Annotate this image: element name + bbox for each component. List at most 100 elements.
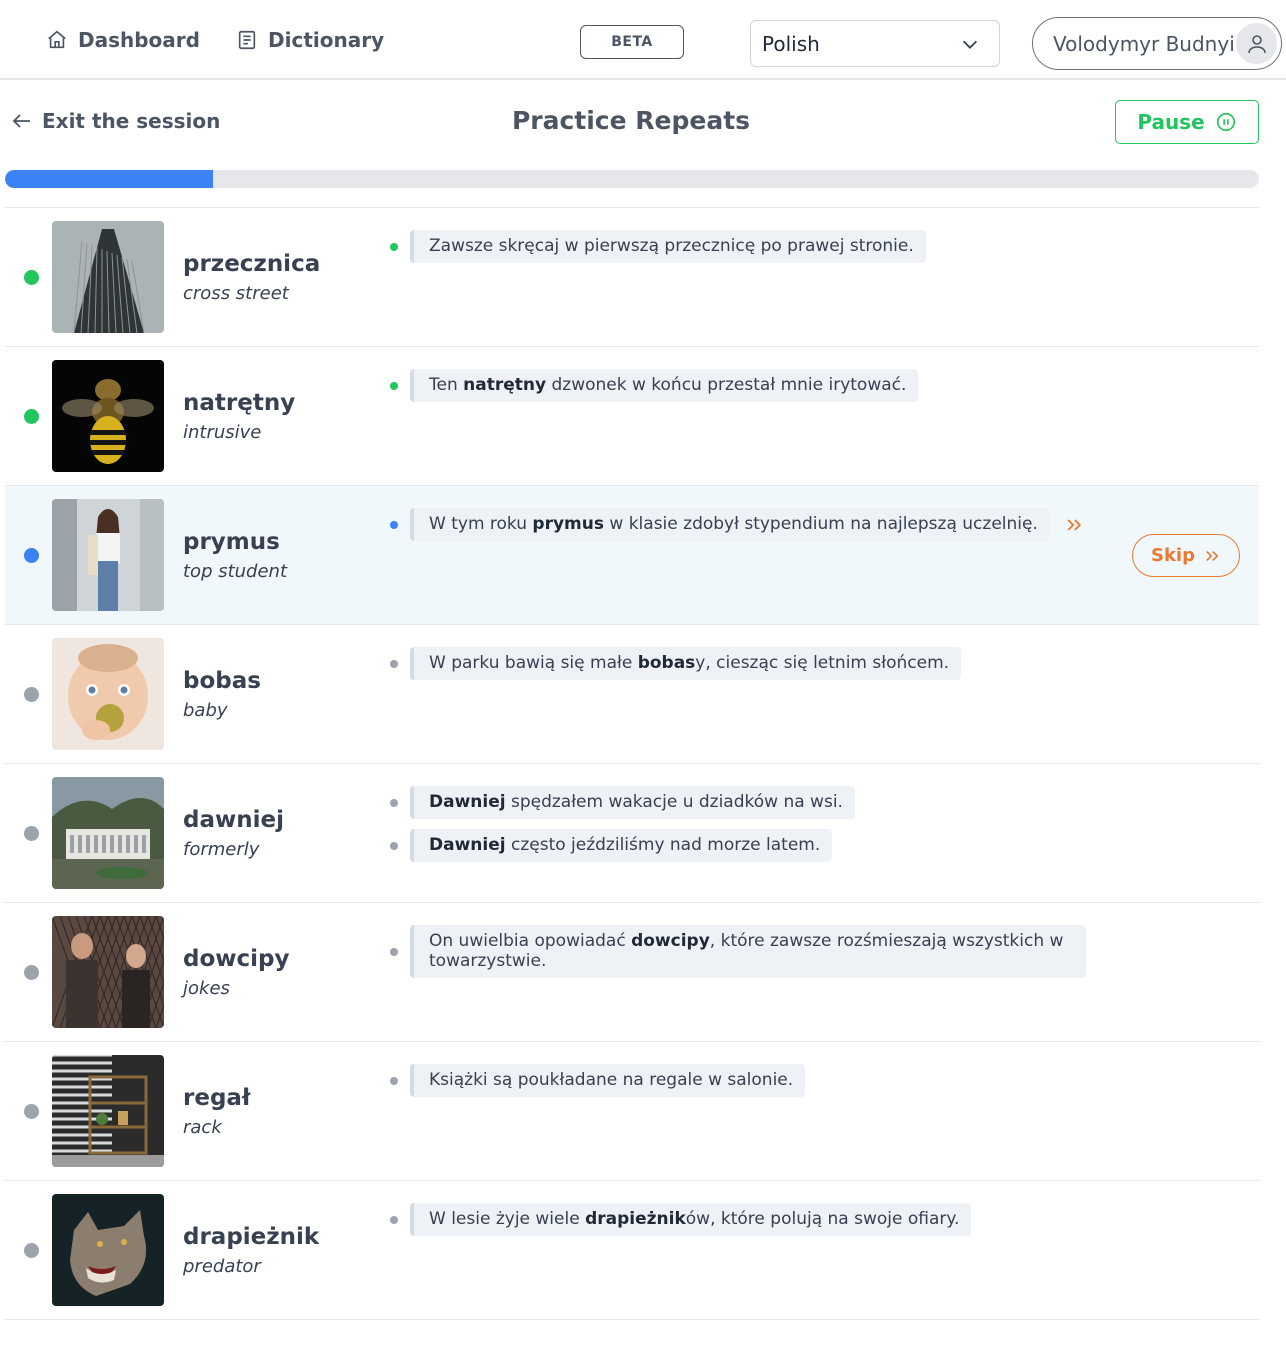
- word-row: regał rack Książki są poukładane na regale…: [5, 1042, 1259, 1181]
- example-sentences: W lesie żyje wiele drapieżników, które p…: [390, 1203, 972, 1246]
- sentence-text-before: Ten: [429, 375, 464, 395]
- nav-dashboard-label: Dashboard: [78, 28, 200, 52]
- word-text: natrętny: [183, 390, 296, 416]
- top-bar: Dashboard Dictionary BETA Polish Volodym…: [0, 0, 1286, 80]
- status-dot: [24, 965, 39, 980]
- user-icon: [1247, 34, 1266, 53]
- example-sentence: W lesie żyje wiele drapieżników, które p…: [410, 1203, 972, 1236]
- word-translation: rack: [183, 1117, 222, 1138]
- example-sentence-row: Dawniej często jeździliśmy nad morze lat…: [390, 829, 855, 862]
- word-text: przecznica: [183, 251, 321, 277]
- example-sentence-row: On uwielbia opowiadać dowcipy, które zaw…: [390, 925, 1086, 978]
- skip-label: Skip: [1151, 545, 1195, 566]
- word-image: [52, 638, 164, 750]
- pause-button[interactable]: Pause: [1115, 100, 1259, 144]
- pause-icon: [1216, 112, 1235, 132]
- sentence-highlight: Dawniej: [429, 835, 506, 855]
- example-sentence: W tym roku prymus w klasie zdobył stypen…: [410, 508, 1050, 541]
- page-title: Practice Repeats: [511, 106, 751, 135]
- sentence-text-before: Zawsze skręcaj w pierwszą przecznicę po …: [429, 236, 914, 256]
- nav-dictionary-label: Dictionary: [268, 28, 385, 52]
- sentence-text-after: w klasie zdobył stypendium na najlepszą …: [604, 514, 1038, 534]
- status-dot: [24, 1104, 39, 1119]
- example-sentence: Ten natrętny dzwonek w końcu przestał mn…: [410, 369, 919, 402]
- book-icon: [238, 30, 256, 50]
- chevrons-right-icon: [1206, 550, 1219, 561]
- user-menu-button[interactable]: Volodymyr Budnyi: [1032, 17, 1282, 70]
- sentence-text-before: W parku bawią się małe: [429, 653, 638, 673]
- language-select[interactable]: Polish: [750, 20, 1000, 67]
- example-sentences: On uwielbia opowiadać dowcipy, które zaw…: [390, 925, 1086, 988]
- word-image: [52, 1194, 164, 1306]
- sentence-text-after: dzwonek w końcu przestał mnie irytować.: [546, 375, 907, 395]
- word-translation: jokes: [183, 978, 230, 999]
- sentence-text-before: W tym roku: [429, 514, 533, 534]
- word-text: dowcipy: [183, 946, 290, 972]
- word-translation: intrusive: [183, 422, 262, 443]
- word-image: [52, 499, 164, 611]
- example-sentence-row: Zawsze skręcaj w pierwszą przecznicę po …: [390, 230, 926, 263]
- nav-dashboard[interactable]: Dashboard: [46, 28, 200, 52]
- home-icon: [48, 30, 66, 49]
- word-text: bobas: [183, 668, 261, 694]
- nav-dictionary[interactable]: Dictionary: [236, 28, 384, 52]
- user-name: Volodymyr Budnyi: [1053, 31, 1235, 56]
- status-dot: [24, 270, 39, 285]
- example-sentences: Ten natrętny dzwonek w końcu przestał mn…: [390, 369, 919, 412]
- sentence-text-after: spędzałem wakacje u dziadków na wsi.: [505, 792, 843, 812]
- example-sentences: W parku bawią się małe bobasy, ciesząc s…: [390, 647, 962, 690]
- example-sentence: On uwielbia opowiadać dowcipy, które zaw…: [410, 925, 1086, 978]
- status-dot: [24, 826, 39, 841]
- example-sentence: Dawniej spędzałem wakacje u dziadków na …: [410, 786, 855, 819]
- word-row: przecznica cross street Zawsze skręcaj w p…: [5, 208, 1259, 347]
- word-row: drapieżnik predator W lesie żyje wiele dra…: [5, 1181, 1259, 1320]
- sentence-highlight: Dawniej: [429, 792, 506, 812]
- example-sentence-row: Książki są poukładane na regale w saloni…: [390, 1064, 806, 1097]
- sentence-highlight: bobas: [637, 653, 696, 673]
- sentence-bullet: [390, 381, 398, 390]
- example-sentences: W tym roku prymus w klasie zdobył stypen…: [390, 508, 1084, 551]
- language-select-value: Polish: [762, 31, 820, 56]
- chevron-down-icon: [962, 40, 978, 49]
- word-image: [52, 916, 164, 1028]
- example-sentences: Zawsze skręcaj w pierwszą przecznicę po …: [390, 230, 926, 273]
- example-sentence: Dawniej często jeździliśmy nad morze lat…: [410, 829, 833, 862]
- word-row: bobas baby W parku bawią się małe bobasy, …: [5, 625, 1259, 764]
- example-sentence-row: W lesie żyje wiele drapieżników, które p…: [390, 1203, 972, 1236]
- word-list: przecznica cross street Zawsze skręcaj w p…: [5, 207, 1259, 1320]
- session-progress-fill: [5, 170, 214, 188]
- chevrons-right-icon: [1067, 518, 1082, 531]
- sentence-highlight: natrętny: [463, 375, 547, 395]
- sentence-bullet: [390, 1076, 398, 1085]
- skip-button[interactable]: Skip: [1132, 534, 1240, 577]
- word-row: dowcipy jokes On uwielbia opowiadać dowcip…: [5, 903, 1259, 1042]
- sentence-text-before: On uwielbia opowiadać: [429, 931, 632, 951]
- example-sentence-row: Ten natrętny dzwonek w końcu przestał mn…: [390, 369, 919, 402]
- sentence-highlight: dowcipy: [631, 931, 710, 951]
- pause-label: Pause: [1137, 110, 1205, 134]
- word-image: [52, 777, 164, 889]
- word-row: prymus top student W tym roku prymus w kla…: [5, 486, 1259, 625]
- example-sentence-row: W tym roku prymus w klasie zdobył stypen…: [390, 508, 1084, 541]
- sentence-text-after: często jeździliśmy nad morze latem.: [505, 835, 821, 855]
- sentence-bullet: [390, 520, 398, 529]
- sentence-text-after: y, ciesząc się letnim słońcem.: [695, 653, 950, 673]
- word-text: dawniej: [183, 807, 284, 833]
- word-translation: top student: [183, 561, 288, 582]
- word-text: prymus: [183, 529, 280, 555]
- word-row: natrętny intrusive Ten natrętny dzwonek w …: [5, 347, 1259, 486]
- word-translation: cross street: [183, 283, 289, 304]
- word-text: regał: [183, 1085, 251, 1111]
- sentence-bullet: [390, 841, 398, 850]
- session-progress-bar: [5, 170, 1259, 188]
- sentence-bullet: [390, 947, 398, 956]
- status-dot: [24, 548, 39, 563]
- word-image: [52, 360, 164, 472]
- status-dot: [24, 1243, 39, 1258]
- example-sentences: Książki są poukładane na regale w saloni…: [390, 1064, 806, 1107]
- example-sentence: Książki są poukładane na regale w saloni…: [410, 1064, 806, 1097]
- word-translation: baby: [183, 700, 228, 721]
- beta-badge: BETA: [580, 25, 684, 59]
- avatar: [1236, 23, 1277, 64]
- example-sentence: Zawsze skręcaj w pierwszą przecznicę po …: [410, 230, 926, 263]
